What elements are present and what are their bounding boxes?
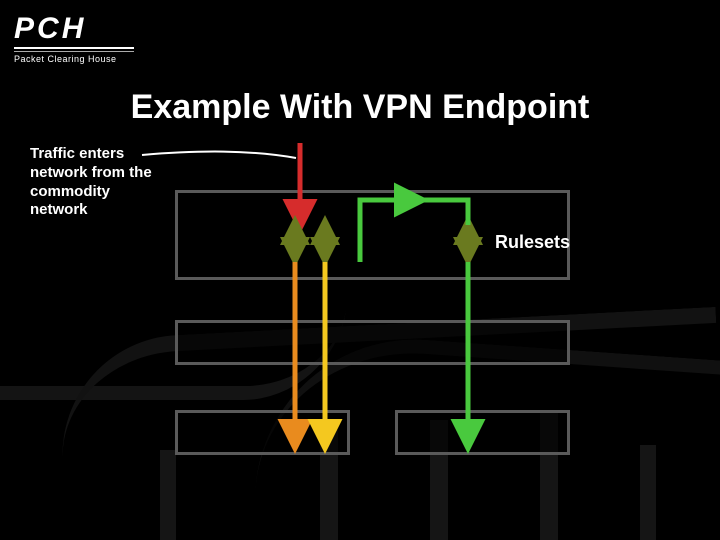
traffic-entry-annotation: Traffic enters network from the commodit…	[30, 145, 170, 220]
logo-tagline: Packet Clearing House	[14, 54, 134, 64]
layer-internal-b	[395, 410, 570, 455]
layer-middle	[175, 320, 570, 365]
layer-internal-a	[175, 410, 350, 455]
pch-logo: PCH Packet Clearing House	[14, 14, 134, 64]
slide-title: Example With VPN Endpoint	[0, 88, 720, 127]
rulesets-label: Rulesets	[495, 232, 570, 253]
